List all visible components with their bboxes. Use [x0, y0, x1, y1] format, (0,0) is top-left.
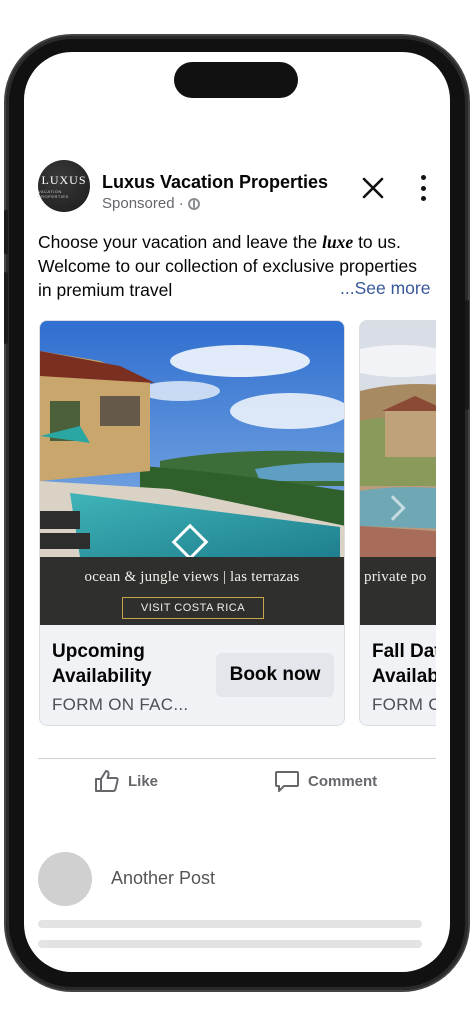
avatar-logo-subtext: VACATION PROPERTIES [38, 189, 69, 199]
sponsored-label: Sponsored · [102, 195, 200, 212]
next-post-avatar [38, 852, 92, 906]
post-header: LUXUS VACATION PROPERTIES Luxus Vacation… [38, 160, 438, 216]
globe-icon [187, 197, 200, 210]
property-image-costa-rica[interactable]: ocean & jungle views | las terrazas VISI… [40, 321, 344, 625]
phone-power-button [465, 300, 469, 410]
phone-side-button [4, 210, 8, 254]
comment-button[interactable]: Comment [274, 766, 377, 796]
card-title: Fall Dat Availab [372, 641, 436, 687]
post-text-luxe: luxe [322, 232, 354, 252]
see-more-link[interactable]: ...See more [340, 278, 430, 299]
skeleton-line [38, 920, 422, 928]
skeleton-line [38, 940, 422, 948]
banner-text: ocean & jungle views | las terrazas [84, 569, 300, 585]
carousel-card[interactable]: private po Fall Dat Availab FORM C [359, 320, 436, 726]
ad-carousel[interactable]: ocean & jungle views | las terrazas VISI… [39, 320, 436, 728]
property-image-countryside[interactable]: private po [360, 321, 436, 625]
sponsored-text: Sponsored · [102, 195, 184, 212]
ad-banner: ocean & jungle views | las terrazas VISI… [40, 557, 344, 625]
ad-banner: private po [360, 557, 436, 625]
page-name[interactable]: Luxus Vacation Properties [102, 172, 328, 193]
like-label: Like [128, 772, 159, 790]
card-footer: Upcoming Availability FORM ON FAC... Boo… [40, 625, 344, 725]
carousel-card[interactable]: ocean & jungle views | las terrazas VISI… [39, 320, 345, 726]
card-footer: Fall Dat Availab FORM C [360, 625, 436, 725]
post-text-start: Choose your vacation and leave the [38, 232, 323, 252]
card-title: Upcoming Availability [52, 641, 152, 687]
avatar-logo-text: LUXUS [41, 173, 87, 187]
page-avatar[interactable]: LUXUS VACATION PROPERTIES [38, 160, 90, 212]
actions-divider [38, 758, 436, 759]
comment-label: Comment [308, 772, 378, 790]
phone-side-button [4, 272, 8, 344]
card-subtitle: FORM C [372, 695, 436, 714]
card-subtitle: FORM ON FAC... [52, 695, 189, 714]
book-now-button[interactable]: Book now [216, 653, 334, 697]
next-post-title: Another Post [111, 868, 216, 888]
visit-costa-rica-button[interactable]: VISIT COSTA RICA [122, 597, 264, 619]
comment-icon [275, 771, 299, 792]
more-options-icon[interactable] [412, 173, 434, 203]
close-icon[interactable] [358, 173, 388, 203]
banner-text: private po [364, 569, 427, 585]
like-button[interactable]: Like [94, 766, 158, 796]
dynamic-island [174, 62, 298, 98]
thumbs-up-icon [95, 770, 119, 792]
